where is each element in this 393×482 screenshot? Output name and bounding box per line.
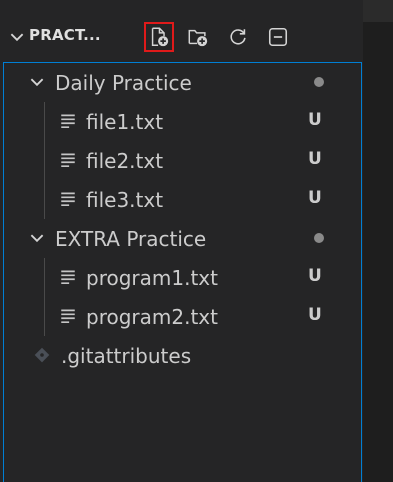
- refresh-button[interactable]: [223, 22, 253, 52]
- file-label: file1.txt: [86, 110, 164, 134]
- file-row-program1[interactable]: program1.txt U: [4, 258, 361, 297]
- file-label: file3.txt: [86, 188, 164, 212]
- chevron-down-icon: [30, 78, 44, 87]
- folder-row-extra-practice[interactable]: EXTRA Practice: [4, 219, 361, 258]
- folder-label: EXTRA Practice: [55, 227, 207, 251]
- editor-area: [363, 0, 393, 482]
- new-folder-icon: [188, 29, 208, 47]
- text-file-icon: [61, 192, 75, 207]
- file-label: program1.txt: [86, 266, 218, 290]
- file-row-file2[interactable]: file2.txt U: [4, 141, 361, 180]
- explorer-sidebar: PRACT... Daily Practice file1.txt U file…: [0, 0, 363, 482]
- untracked-badge: U: [308, 305, 322, 325]
- untracked-badge: U: [308, 149, 322, 169]
- new-file-icon: [151, 27, 169, 47]
- text-file-icon: [61, 270, 75, 285]
- file-tree: Daily Practice file1.txt U file2.txt U f…: [3, 62, 362, 482]
- refresh-icon: [230, 29, 246, 45]
- new-folder-button[interactable]: [183, 22, 213, 52]
- untracked-badge: U: [308, 110, 322, 130]
- chevron-down-icon[interactable]: [8, 28, 26, 46]
- untracked-badge: U: [308, 266, 322, 286]
- editor-tab-strip: [363, 0, 393, 22]
- collapse-all-icon: [268, 27, 288, 47]
- collapse-all-button[interactable]: [263, 22, 293, 52]
- text-file-icon: [61, 114, 75, 129]
- file-label: .gitattributes: [61, 344, 192, 368]
- new-file-button[interactable]: [144, 22, 174, 52]
- explorer-section-header[interactable]: PRACT...: [0, 14, 363, 60]
- text-file-icon: [61, 309, 75, 324]
- untracked-badge: U: [308, 188, 322, 208]
- text-file-icon: [61, 153, 75, 168]
- modified-dot: [314, 77, 324, 87]
- modified-dot: [314, 233, 324, 243]
- chevron-down-icon: [30, 234, 44, 243]
- file-row-file1[interactable]: file1.txt U: [4, 102, 361, 141]
- file-row-file3[interactable]: file3.txt U: [4, 180, 361, 219]
- workspace-title[interactable]: PRACT...: [29, 26, 101, 44]
- file-label: program2.txt: [86, 305, 218, 329]
- file-row-program2[interactable]: program2.txt U: [4, 297, 361, 336]
- file-label: file2.txt: [86, 149, 164, 173]
- file-row-gitattributes[interactable]: .gitattributes: [4, 336, 361, 375]
- folder-row-daily-practice[interactable]: Daily Practice: [4, 63, 361, 102]
- folder-label: Daily Practice: [55, 71, 192, 95]
- git-diamond-icon: [34, 347, 50, 363]
